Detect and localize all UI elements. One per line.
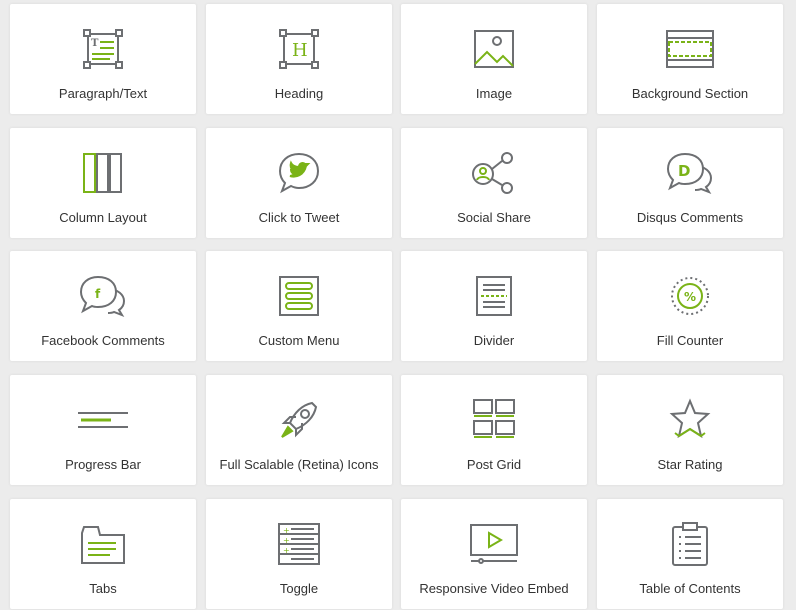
table-of-contents-icon (665, 519, 715, 569)
widget-label: Fill Counter (656, 333, 724, 348)
widget-label: Progress Bar (65, 457, 141, 472)
widget-tile-social-share[interactable]: Social Share (401, 128, 587, 238)
widget-label: Post Grid (466, 457, 522, 472)
star-icon (665, 395, 715, 445)
rocket-icon (274, 395, 324, 445)
widget-label: Divider (473, 333, 515, 348)
divider-icon (469, 271, 519, 321)
widget-tile-facebook-comments[interactable]: f Facebook Comments (10, 251, 196, 361)
widget-tile-table-of-contents[interactable]: Table of Contents (597, 499, 783, 609)
widget-tile-full-scalable-icons[interactable]: Full Scalable (Retina) Icons (206, 375, 392, 485)
heading-icon: H (274, 24, 324, 74)
widget-label: Toggle (279, 581, 319, 596)
widget-label: Paragraph/Text (58, 86, 148, 101)
column-layout-icon (78, 148, 128, 198)
widget-label: Table of Contents (639, 581, 741, 596)
post-grid-icon (469, 395, 519, 445)
background-section-icon (665, 24, 715, 74)
widget-label: Disqus Comments (636, 210, 744, 225)
widget-tile-responsive-video-embed[interactable]: Responsive Video Embed (401, 499, 587, 609)
svg-text:+: + (283, 536, 290, 545)
disqus-bubbles-icon: D (665, 148, 715, 198)
widget-tile-toggle[interactable]: + + + Toggle (206, 499, 392, 609)
widget-label: Tabs (89, 581, 117, 596)
widget-label: Heading (274, 86, 324, 101)
widget-tile-paragraph-text[interactable]: T Paragraph/Text (10, 4, 196, 114)
widget-tile-disqus-comments[interactable]: D Disqus Comments (597, 128, 783, 238)
widget-tile-background-section[interactable]: Background Section (597, 4, 783, 114)
widget-tile-fill-counter[interactable]: % Fill Counter (597, 251, 783, 361)
svg-text:+: + (283, 546, 290, 555)
widget-label: Star Rating (657, 457, 723, 472)
svg-text:H: H (292, 40, 308, 61)
tweet-bubble-icon (274, 148, 324, 198)
widget-tile-post-grid[interactable]: Post Grid (401, 375, 587, 485)
social-share-icon (469, 148, 519, 198)
widget-label: Custom Menu (258, 333, 340, 348)
widget-label: Facebook Comments (41, 333, 165, 348)
widget-label: Responsive Video Embed (419, 581, 569, 596)
widget-tile-click-to-tweet[interactable]: Click to Tweet (206, 128, 392, 238)
widget-label: Image (475, 86, 513, 101)
paragraph-text-icon: T (78, 24, 128, 74)
widget-label: Social Share (457, 210, 531, 225)
widget-tile-custom-menu[interactable]: Custom Menu (206, 251, 392, 361)
widget-tile-tabs[interactable]: Tabs (10, 499, 196, 609)
widget-label: Column Layout (59, 210, 147, 225)
tabs-icon (78, 519, 128, 569)
widget-tile-heading[interactable]: H Heading (206, 4, 392, 114)
svg-text:+: + (283, 526, 290, 535)
widget-tile-star-rating[interactable]: Star Rating (597, 375, 783, 485)
widget-label: Background Section (631, 86, 749, 101)
custom-menu-icon (274, 271, 324, 321)
facebook-bubbles-icon: f (78, 271, 128, 321)
image-icon (469, 24, 519, 74)
video-embed-icon (469, 519, 519, 569)
widget-tile-column-layout[interactable]: Column Layout (10, 128, 196, 238)
fill-counter-icon: % (665, 271, 715, 321)
svg-text:D: D (678, 162, 690, 180)
svg-text:f: f (95, 287, 101, 301)
widget-tile-progress-bar[interactable]: Progress Bar (10, 375, 196, 485)
widget-grid: T Paragraph/Text H Heading Image Backgro… (0, 0, 796, 610)
svg-text:T: T (91, 38, 99, 49)
widget-tile-divider[interactable]: Divider (401, 251, 587, 361)
svg-text:%: % (684, 290, 696, 304)
widget-label: Click to Tweet (258, 210, 340, 225)
progress-bar-icon (78, 395, 128, 445)
toggle-icon: + + + (274, 519, 324, 569)
widget-tile-image[interactable]: Image (401, 4, 587, 114)
widget-label: Full Scalable (Retina) Icons (219, 457, 379, 472)
